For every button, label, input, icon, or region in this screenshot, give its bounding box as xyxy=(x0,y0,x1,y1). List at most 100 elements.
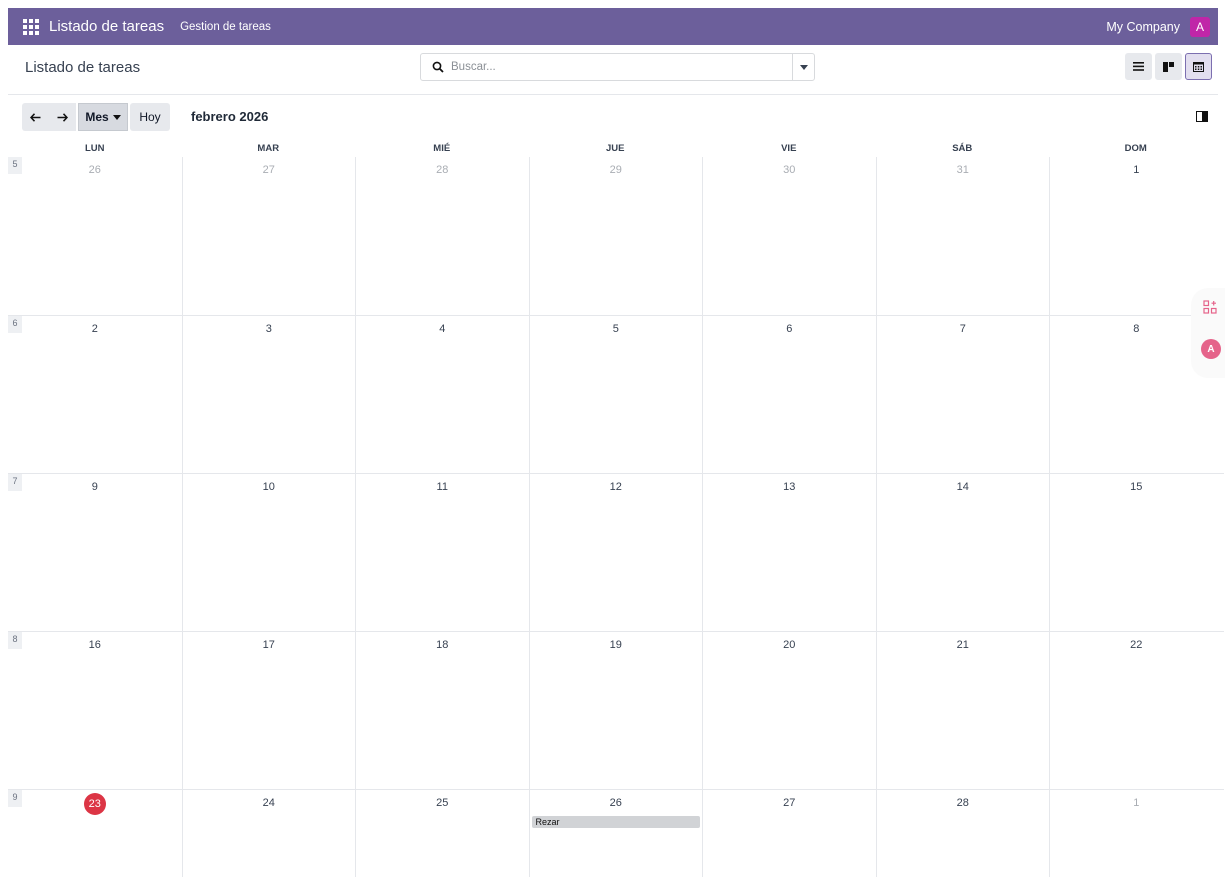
calendar-day-cell[interactable]: 13 xyxy=(702,474,876,631)
day-number[interactable]: 25 xyxy=(436,796,448,810)
calendar-day-cell[interactable]: 20 xyxy=(702,632,876,789)
weekday-label: SÁB xyxy=(952,143,973,154)
calendar-day-cell[interactable]: 24 xyxy=(181,790,356,877)
day-number[interactable]: 19 xyxy=(610,638,622,652)
calendar-day-cell[interactable]: 29 xyxy=(528,157,703,315)
view-switcher xyxy=(1125,53,1212,80)
search-input[interactable] xyxy=(451,55,792,79)
weekday-label: JUE xyxy=(606,143,625,154)
calendar-day-cell[interactable]: 2 xyxy=(8,316,182,473)
calendar-day-cell[interactable]: 25 xyxy=(355,790,529,877)
company-switcher[interactable]: My Company xyxy=(1106,20,1180,34)
weekday-header: LUN MAR MIÉ JUE VIE SÁB DOM xyxy=(8,139,1224,157)
calendar-day-cell[interactable]: 28 xyxy=(355,157,529,315)
search-options-toggle[interactable] xyxy=(792,54,814,80)
calendar-day-cell[interactable]: 15 xyxy=(1049,474,1223,631)
weekday-label: MAR xyxy=(257,143,280,154)
day-number[interactable]: 13 xyxy=(783,480,795,494)
today-button[interactable]: Hoy xyxy=(130,103,170,131)
day-number[interactable]: 27 xyxy=(783,796,795,810)
day-number[interactable]: 11 xyxy=(437,480,448,494)
day-number[interactable]: 21 xyxy=(957,638,969,652)
day-number[interactable]: 8 xyxy=(1133,322,1139,336)
day-number[interactable]: 28 xyxy=(436,163,448,177)
calendar-day-cell[interactable]: 4 xyxy=(355,316,529,473)
calendar-toolbar: Mes Hoy febrero 2026 xyxy=(8,100,1218,135)
calendar-day-cell[interactable]: 19 xyxy=(528,632,703,789)
apps-plus-icon[interactable] xyxy=(1203,300,1217,314)
calendar-day-cell[interactable]: 28 xyxy=(875,790,1050,877)
calendar-day-cell[interactable]: 17 xyxy=(181,632,356,789)
calendar-day-cell[interactable]: 21 xyxy=(875,632,1050,789)
day-number[interactable]: 22 xyxy=(1130,638,1142,652)
calendar-day-cell[interactable]: 5 xyxy=(528,316,703,473)
scale-dropdown[interactable]: Mes xyxy=(78,103,128,131)
kanban-view-icon xyxy=(1163,61,1174,72)
translate-icon[interactable]: A xyxy=(1201,339,1221,359)
next-button[interactable] xyxy=(49,103,76,131)
calendar-day-cell[interactable]: 14 xyxy=(875,474,1050,631)
calendar-day-cell[interactable]: 6 xyxy=(702,316,876,473)
day-number[interactable]: 31 xyxy=(957,163,969,177)
day-number[interactable]: 17 xyxy=(263,638,275,652)
day-number[interactable]: 10 xyxy=(263,480,275,494)
calendar-day-cell[interactable]: 26 Rezar xyxy=(528,790,703,877)
calendar-day-cell[interactable]: 27 xyxy=(181,157,356,315)
day-number[interactable]: 26 xyxy=(610,796,622,810)
today-day-number[interactable]: 23 xyxy=(83,793,106,815)
calendar-day-cell[interactable]: 11 xyxy=(355,474,529,631)
sidebar-toggle-icon[interactable] xyxy=(1196,111,1208,122)
kanban-view-button[interactable] xyxy=(1155,53,1182,80)
calendar-day-cell[interactable]: 1 xyxy=(1049,790,1223,877)
day-number[interactable]: 3 xyxy=(266,322,272,336)
calendar-day-cell[interactable]: 27 xyxy=(702,790,876,877)
calendar-day-cell[interactable]: 7 xyxy=(875,316,1050,473)
day-number[interactable]: 6 xyxy=(786,322,792,336)
day-number[interactable]: 2 xyxy=(92,322,98,336)
calendar-day-cell[interactable]: 18 xyxy=(355,632,529,789)
day-number[interactable]: 5 xyxy=(613,322,619,336)
day-number[interactable]: 14 xyxy=(957,480,969,494)
day-number[interactable]: 9 xyxy=(92,480,98,494)
calendar-day-cell[interactable]: 26 xyxy=(8,157,182,315)
calendar-week-row: 9 23 24 25 26 Rezar 27 28 1 xyxy=(8,789,1224,877)
calendar-day-cell[interactable]: 16 xyxy=(8,632,182,789)
day-number[interactable]: 29 xyxy=(610,163,622,177)
list-view-button[interactable] xyxy=(1125,53,1152,80)
day-number[interactable]: 4 xyxy=(439,322,445,336)
calendar-event[interactable]: Rezar xyxy=(531,816,700,828)
calendar-day-cell[interactable]: 9 xyxy=(8,474,182,631)
search-bar xyxy=(420,53,815,81)
calendar-day-cell[interactable]: 31 xyxy=(875,157,1050,315)
apps-menu-icon[interactable] xyxy=(23,18,39,35)
caret-down-icon xyxy=(799,64,808,70)
user-avatar[interactable]: A xyxy=(1190,16,1210,37)
day-number[interactable]: 18 xyxy=(436,638,448,652)
day-number[interactable]: 12 xyxy=(610,480,622,494)
calendar-day-cell[interactable]: 30 xyxy=(702,157,876,315)
calendar-day-cell[interactable]: 22 xyxy=(1049,632,1223,789)
day-number[interactable]: 27 xyxy=(263,163,275,177)
day-number[interactable]: 16 xyxy=(89,638,101,652)
calendar-day-cell[interactable]: 3 xyxy=(181,316,356,473)
caret-down-icon xyxy=(112,114,121,120)
day-number[interactable]: 7 xyxy=(960,322,966,336)
calendar-day-cell[interactable]: 23 xyxy=(8,790,182,877)
day-number[interactable]: 26 xyxy=(89,163,101,177)
previous-button[interactable] xyxy=(22,103,49,131)
list-view-icon xyxy=(1133,62,1144,71)
calendar-day-cell[interactable]: 12 xyxy=(528,474,703,631)
day-number[interactable]: 20 xyxy=(783,638,795,652)
day-number[interactable]: 1 xyxy=(1133,163,1139,177)
calendar-day-cell[interactable]: 10 xyxy=(181,474,356,631)
app-title[interactable]: Listado de tareas xyxy=(49,18,164,35)
day-number[interactable]: 28 xyxy=(957,796,969,810)
day-number[interactable]: 1 xyxy=(1133,796,1139,810)
arrow-left-icon xyxy=(30,112,41,122)
day-number[interactable]: 24 xyxy=(263,796,275,810)
day-number[interactable]: 15 xyxy=(1130,480,1142,494)
day-number[interactable]: 30 xyxy=(783,163,795,177)
calendar-view-button[interactable] xyxy=(1185,53,1212,80)
search-icon xyxy=(425,54,451,80)
menu-item-gestion-tareas[interactable]: Gestion de tareas xyxy=(180,21,271,33)
